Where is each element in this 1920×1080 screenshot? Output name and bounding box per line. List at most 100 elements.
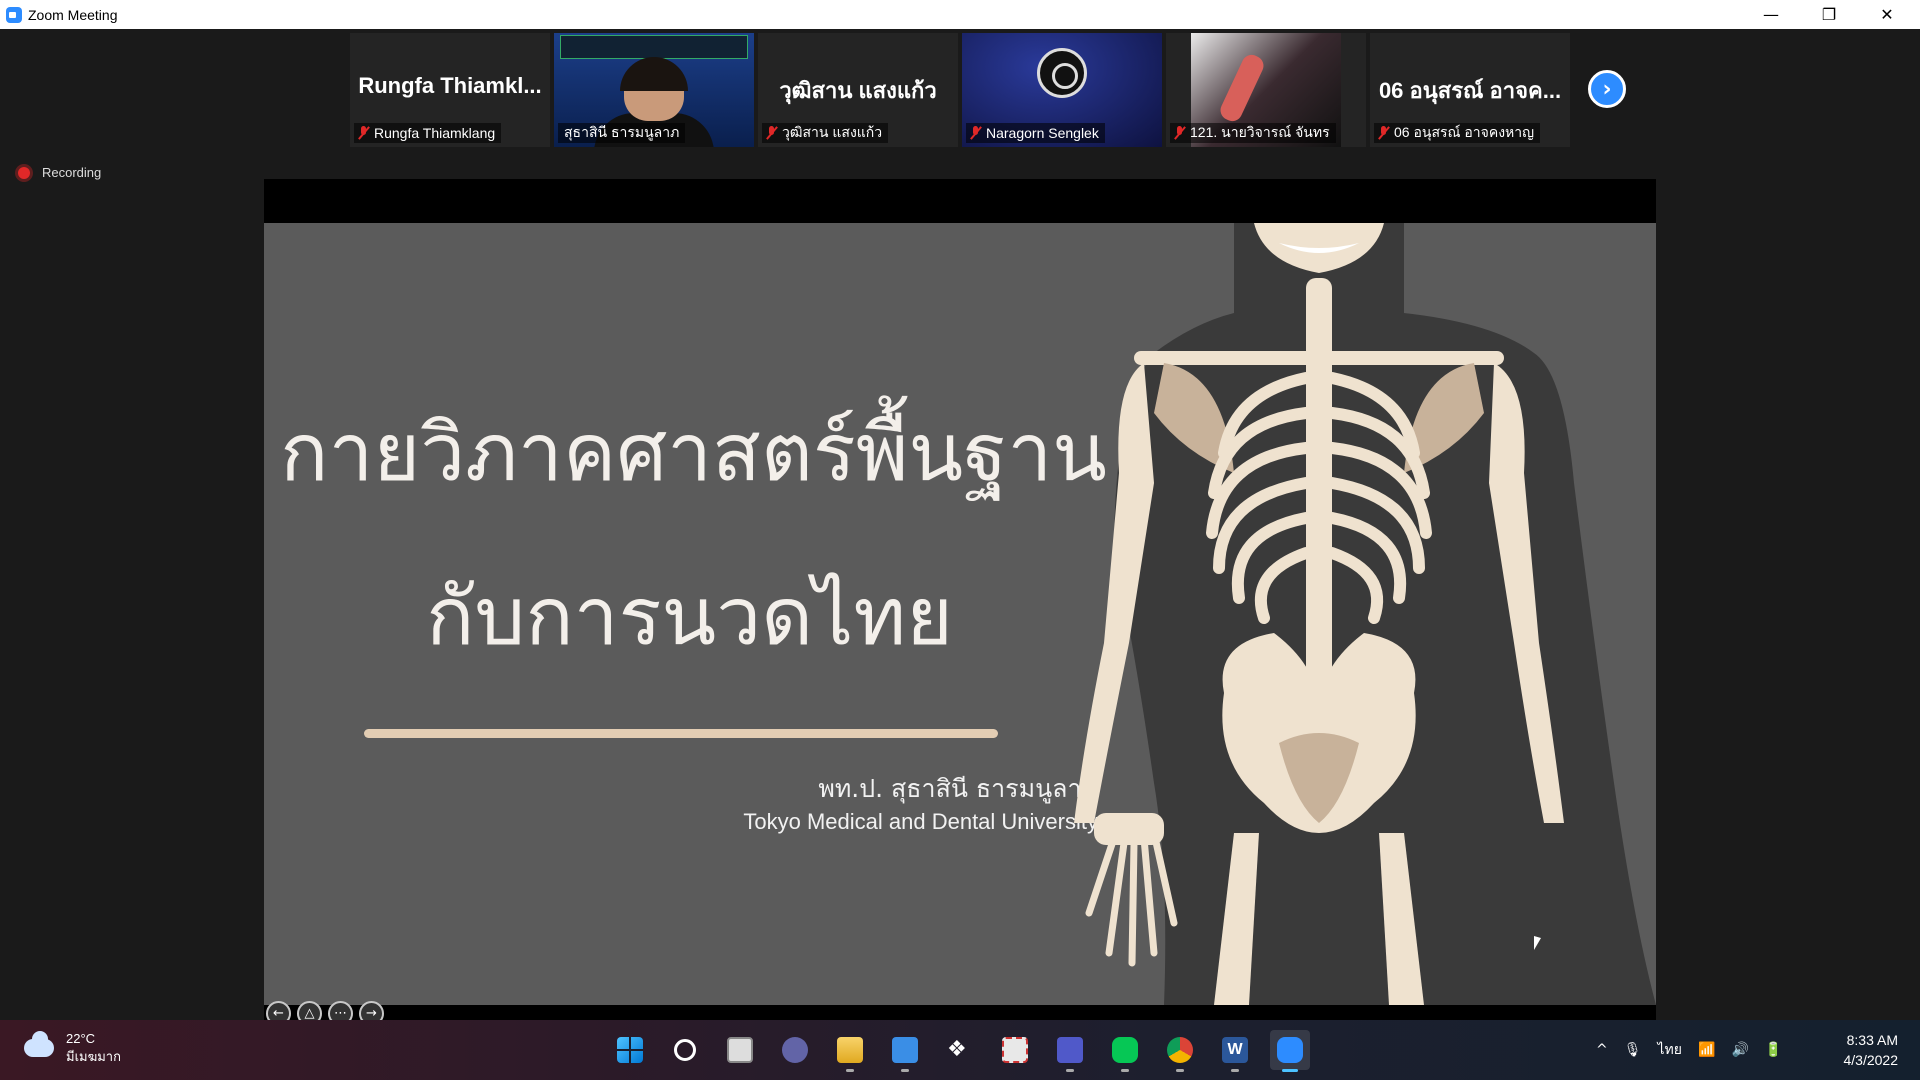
start-button[interactable]: [610, 1030, 650, 1070]
slide-affiliation: Tokyo Medical and Dental University: [743, 809, 1098, 834]
wrist-left: [1094, 813, 1164, 845]
slide-author: พท.ป. สุธาสินี ธารมนูลาภ: [818, 774, 1098, 803]
video-background-banner: [560, 35, 748, 59]
participant-name: 121. นายวิจารณ์ จันทร: [1190, 124, 1330, 140]
dropbox-button[interactable]: ❖: [940, 1030, 980, 1070]
video-person-arm: [1217, 51, 1267, 125]
participant-name: 06 อนุสรณ์ อาจคงหาญ: [1394, 124, 1535, 140]
mic-muted-icon: [970, 126, 982, 140]
notes-button[interactable]: [885, 1030, 925, 1072]
running-indicator: [1121, 1069, 1129, 1072]
dropbox-icon: ❖: [947, 1037, 967, 1062]
participant-name: Naragorn Senglek: [986, 125, 1099, 141]
zoom-button[interactable]: [1270, 1030, 1310, 1072]
participant-name-label: วุฒิสาน แสงแก้ว: [762, 123, 889, 143]
clock-time: 8:33 AM: [1846, 1032, 1898, 1048]
snipping-tool-button[interactable]: [995, 1030, 1035, 1070]
participant-tile[interactable]: Rungfa Thiamkl... Rungfa Thiamklang: [350, 33, 550, 147]
presentation-slide: กายวิภาคศาสตร์พื้นฐาน กับการนวดไทย พท.ป.…: [264, 223, 1656, 1005]
participant-name-label: Rungfa Thiamklang: [354, 123, 502, 143]
participant-name-label: Naragorn Senglek: [966, 123, 1105, 143]
participant-name: สุธาสินี ธารมนูลาภ: [564, 124, 680, 140]
window-titlebar: Zoom Meeting — ❐ ✕: [0, 0, 1920, 29]
participant-tile[interactable]: Naragorn Senglek: [962, 33, 1162, 147]
windows-taskbar: 22°C มีเมฆมาก ❖ W ^ 🎙 ไทย 📶 🔊 🔋 8:33 AM …: [0, 1020, 1920, 1080]
volume-icon[interactable]: 🔊: [1731, 1042, 1748, 1058]
participant-name-label: สุธาสินี ธารมนูลาภ: [558, 123, 686, 143]
participant-tile[interactable]: 06 อนุสรณ์ อาจค... 06 อนุสรณ์ อาจคงหาญ: [1370, 33, 1570, 147]
mouse-cursor-icon: [1534, 936, 1541, 950]
taskbar-app-list: ❖ W: [610, 1030, 1310, 1072]
participant-name: Rungfa Thiamklang: [374, 125, 496, 141]
running-indicator: [1066, 1069, 1074, 1072]
participant-big-name: 06 อนุสรณ์ อาจค...: [1378, 78, 1562, 103]
minimize-button[interactable]: —: [1742, 0, 1800, 29]
weather-widget[interactable]: 22°C มีเมฆมาก: [24, 1030, 121, 1066]
file-explorer-button[interactable]: [830, 1030, 870, 1072]
participant-tile[interactable]: 121. นายวิจารณ์ จันทร: [1166, 33, 1366, 147]
participant-name: วุฒิสาน แสงแก้ว: [782, 124, 883, 140]
snipping-tool-icon: [1002, 1037, 1028, 1063]
participant-tile[interactable]: วุฒิสาน แสงแก้ว วุฒิสาน แสงแก้ว: [758, 33, 958, 147]
running-indicator: [1231, 1069, 1239, 1072]
recording-label: Recording: [42, 165, 102, 180]
mic-muted-icon: [358, 126, 370, 140]
participant-name-label: 121. นายวิจารณ์ จันทร: [1170, 123, 1336, 143]
chrome-button[interactable]: [1160, 1030, 1200, 1072]
windows-logo-icon: [617, 1037, 643, 1063]
zoom-icon: [1277, 1037, 1303, 1063]
search-icon: [674, 1039, 696, 1061]
word-icon: W: [1222, 1037, 1248, 1063]
close-button[interactable]: ✕: [1858, 0, 1916, 29]
video-person-hair: [620, 57, 688, 91]
mic-muted-icon: [1174, 126, 1186, 140]
meeting-area: Rungfa Thiamkl... Rungfa Thiamklang สุธา…: [0, 29, 1920, 1047]
maximize-button[interactable]: ❐: [1800, 0, 1858, 29]
taskbar-clock[interactable]: 8:33 AM 4/3/2022: [1844, 1030, 1899, 1070]
chat-button[interactable]: [775, 1030, 815, 1070]
running-indicator: [901, 1069, 909, 1072]
slide-title-line-2: กับการนวดไทย: [426, 570, 953, 663]
language-indicator[interactable]: ไทย: [1658, 1039, 1682, 1061]
skeleton-illustration: [1074, 223, 1656, 1005]
teams-icon: [1057, 1037, 1083, 1063]
weather-temp: 22°C: [66, 1031, 96, 1046]
participant-big-name: วุฒิสาน แสงแก้ว: [779, 78, 937, 103]
line-app-icon: [1112, 1037, 1138, 1063]
cloud-icon: [24, 1031, 54, 1057]
slide-divider-line: [364, 729, 998, 738]
mic-muted-icon: [766, 126, 778, 140]
zoom-app-icon: [6, 6, 22, 23]
screen-share-view: กายวิภาคศาสตร์พื้นฐาน กับการนวดไทย พท.ป.…: [264, 179, 1656, 1047]
running-indicator: [846, 1069, 854, 1072]
search-button[interactable]: [665, 1030, 705, 1070]
task-view-icon: [727, 1037, 753, 1063]
tray-chevron-icon[interactable]: ^: [1596, 1042, 1608, 1058]
teams-button[interactable]: [1050, 1030, 1090, 1072]
chat-icon: [782, 1037, 808, 1063]
notepad-icon: [892, 1037, 918, 1063]
clock-date: 4/3/2022: [1843, 1052, 1899, 1068]
obs-logo-icon: [1037, 48, 1087, 98]
running-indicator: [1282, 1069, 1298, 1072]
line-button[interactable]: [1105, 1030, 1145, 1072]
gallery-next-page-button[interactable]: ›: [1588, 70, 1626, 108]
wifi-icon[interactable]: 📶: [1698, 1042, 1715, 1058]
hand-left: [1085, 829, 1178, 967]
battery-icon[interactable]: 🔋: [1765, 1042, 1782, 1058]
slide-title-line-1: กายวิภาคศาสตร์พื้นฐาน: [280, 406, 1107, 499]
folder-icon: [837, 1037, 863, 1063]
microphone-icon[interactable]: 🎙: [1624, 1042, 1642, 1058]
weather-condition: มีเมฆมาก: [66, 1049, 121, 1064]
recording-indicator[interactable]: Recording: [18, 165, 101, 180]
recording-dot-icon: [18, 166, 30, 179]
clavicle-bar: [1134, 351, 1504, 365]
participant-name-label: 06 อนุสรณ์ อาจคงหาญ: [1374, 123, 1541, 143]
word-button[interactable]: W: [1215, 1030, 1255, 1072]
weather-text: 22°C มีเมฆมาก: [66, 1030, 121, 1066]
task-view-button[interactable]: [720, 1030, 760, 1070]
running-indicator: [1176, 1069, 1184, 1072]
participant-tile[interactable]: สุธาสินี ธารมนูลาภ: [554, 33, 754, 147]
system-tray: ^ 🎙 ไทย 📶 🔊 🔋: [1596, 1020, 1782, 1080]
participant-gallery: Rungfa Thiamkl... Rungfa Thiamklang สุธา…: [350, 33, 1570, 147]
